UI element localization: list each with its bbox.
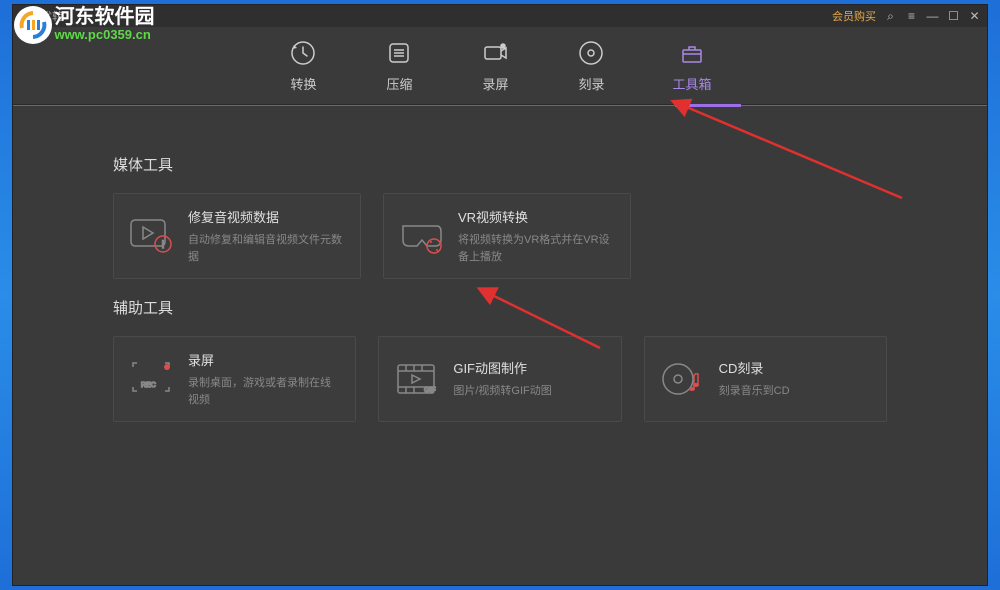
section-media-tools: 媒体工具: [113, 154, 887, 175]
card-screen-record[interactable]: REC 录屏 录制桌面，游戏或者录制在线视频: [113, 336, 356, 422]
card-desc: 将视频转换为VR格式并在VR设备上播放: [458, 232, 616, 265]
menu-icon[interactable]: ≡: [905, 10, 918, 23]
tab-convert[interactable]: 转换: [280, 34, 326, 97]
cd-icon: [659, 355, 707, 403]
card-repair-media[interactable]: i 修复音视频数据 自动修复和编辑音视频文件元数据: [113, 193, 361, 279]
card-title: 修复音视频数据: [188, 207, 346, 226]
close-button[interactable]: ✕: [968, 10, 981, 23]
card-title: 录屏: [188, 350, 341, 369]
tab-compress[interactable]: 压缩: [376, 34, 422, 97]
content-area: 媒体工具 i 修复音视频数据 自动修复和编辑音视频文件元数据: [13, 106, 987, 585]
maximize-button[interactable]: ☐: [947, 10, 960, 23]
card-gif-maker[interactable]: GIF GIF动图制作 图片/视频转GIF动图: [378, 336, 621, 422]
app-window: 万兴优转 会员购买 ⌕ ≡ — ☐ ✕ 转换: [12, 4, 988, 586]
card-cd-burn[interactable]: CD刻录 刻录音乐到CD: [644, 336, 887, 422]
burn-icon: [576, 38, 606, 68]
record-icon: [480, 38, 510, 68]
convert-icon: [288, 38, 318, 68]
tab-label: 录屏: [482, 74, 508, 93]
tab-label: 工具箱: [672, 74, 711, 93]
svg-text:REC: REC: [141, 382, 156, 389]
tab-divider: [13, 105, 987, 106]
card-desc: 图片/视频转GIF动图: [453, 383, 606, 400]
member-link[interactable]: 会员购买: [832, 8, 876, 24]
main-tabs: 转换 压缩 录屏: [13, 27, 987, 105]
tab-label: 压缩: [386, 74, 412, 93]
svg-text:GIF: GIF: [424, 387, 436, 394]
card-desc: 刻录音乐到CD: [719, 383, 872, 400]
tab-burn[interactable]: 刻录: [568, 34, 614, 97]
search-icon[interactable]: ⌕: [884, 10, 897, 23]
card-title: GIF动图制作: [453, 358, 606, 377]
tab-label: 转换: [290, 74, 316, 93]
card-desc: 录制桌面，游戏或者录制在线视频: [188, 375, 341, 408]
tab-record[interactable]: 录屏: [472, 34, 518, 97]
gif-icon: GIF: [393, 355, 441, 403]
minimize-button[interactable]: —: [926, 10, 939, 23]
titlebar: 万兴优转 会员购买 ⌕ ≡ — ☐ ✕: [13, 5, 987, 27]
tab-label: 刻录: [578, 74, 604, 93]
tab-toolbox[interactable]: 工具箱: [664, 34, 719, 97]
section-aux-tools: 辅助工具: [113, 297, 887, 318]
vr-icon: [398, 212, 446, 260]
repair-icon: i: [128, 212, 176, 260]
svg-text:i: i: [162, 240, 164, 251]
rec-icon: REC: [128, 355, 176, 403]
card-desc: 自动修复和编辑音视频文件元数据: [188, 232, 346, 265]
card-title: CD刻录: [719, 358, 872, 377]
toolbox-icon: [677, 38, 707, 68]
compress-icon: [384, 38, 414, 68]
app-title: 万兴优转: [19, 8, 63, 24]
active-tab-indicator: [675, 104, 741, 107]
card-vr-convert[interactable]: VR视频转换 将视频转换为VR格式并在VR设备上播放: [383, 193, 631, 279]
card-title: VR视频转换: [458, 207, 616, 226]
